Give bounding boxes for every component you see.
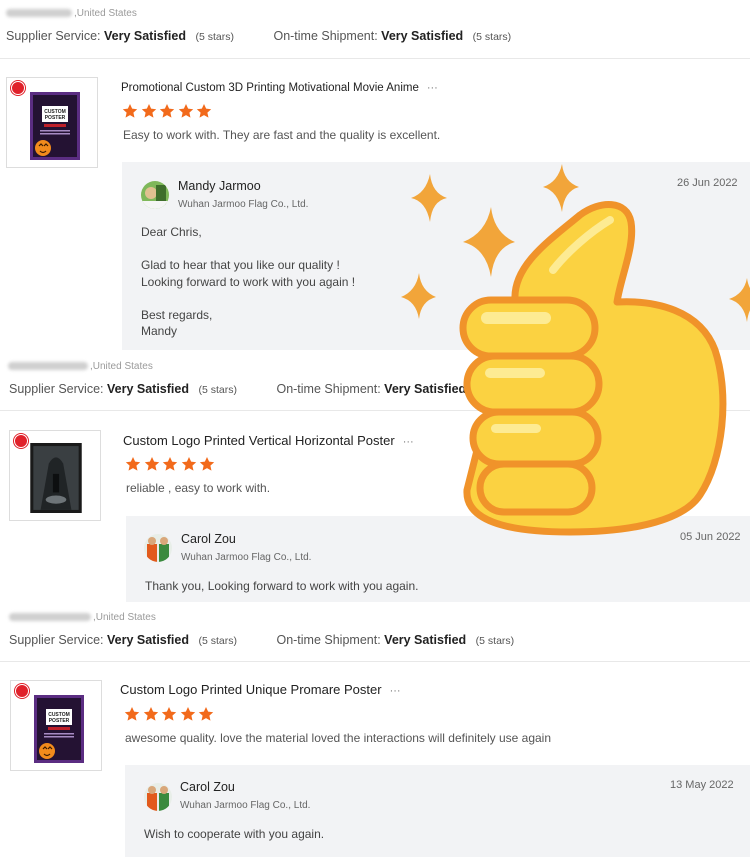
poster-text-line2: POSTER	[49, 718, 70, 724]
reply-text: Wish to cooperate with you again.	[144, 827, 325, 841]
product-title[interactable]: Promotional Custom 3D Printing Motivatio…	[121, 82, 438, 94]
supplier-stars-note: (5 stars)	[195, 31, 234, 43]
star-icon	[196, 104, 212, 118]
brand-logo-icon	[15, 684, 29, 698]
supplier-service-value: Very Satisfied	[106, 633, 189, 647]
star-icon	[124, 707, 140, 721]
brand-logo-icon	[14, 434, 28, 448]
dark-poster-image	[30, 443, 82, 513]
reviewer-info: ,United States	[6, 8, 137, 19]
more-icon[interactable]: ···	[390, 685, 401, 697]
star-icon	[141, 104, 156, 118]
review-comment: reliable , easy to work with.	[126, 481, 271, 495]
star-icon	[178, 104, 193, 118]
reviewer-country: ,United States	[90, 361, 153, 372]
more-icon[interactable]: ···	[427, 82, 438, 94]
star-rating	[125, 456, 218, 477]
product-title[interactable]: Custom Logo Printed Unique Promare Poste…	[120, 682, 401, 697]
avatar	[141, 181, 169, 209]
star-icon	[159, 104, 175, 118]
reviewer-name-blurred	[6, 9, 72, 18]
reply-company: Wuhan Jarmoo Flag Co., Ltd.	[178, 199, 309, 210]
reviewer-info: ,United States	[9, 612, 156, 623]
reply-author-name: Mandy Jarmoo	[178, 179, 261, 193]
avatar	[144, 534, 172, 562]
star-icon	[122, 104, 138, 118]
shipment-stars-note: (5 stars)	[472, 31, 512, 43]
supplier-service-label: Supplier Service:	[6, 29, 101, 43]
star-icon	[161, 707, 177, 721]
supplier-reply: Carol Zou Wuhan Jarmoo Flag Co., Ltd. 13…	[125, 765, 750, 857]
reply-company: Wuhan Jarmoo Flag Co., Ltd.	[181, 552, 312, 563]
reply-author-name: Carol Zou	[180, 780, 235, 794]
reviewer-country: ,United States	[74, 8, 137, 19]
star-icon	[199, 457, 215, 471]
reviewer-name-blurred	[9, 613, 91, 622]
thumbs-up-icon	[459, 201, 727, 536]
reply-author-name: Carol Zou	[181, 532, 236, 546]
review-comment: awesome quality. love the material loved…	[125, 731, 552, 745]
reply-company: Wuhan Jarmoo Flag Co., Ltd.	[180, 800, 311, 811]
star-rating	[122, 103, 215, 124]
brand-logo-icon	[11, 81, 25, 95]
shipment-label: On-time Shipment:	[276, 633, 381, 647]
product-title-text[interactable]: Custom Logo Printed Unique Promare Poste…	[120, 682, 382, 697]
reply-date: 13 May 2022	[670, 779, 734, 791]
star-icon	[198, 707, 214, 721]
product-thumbnail[interactable]	[9, 430, 101, 521]
reviewer-country: ,United States	[93, 612, 156, 623]
star-icon	[143, 707, 158, 721]
review-comment: Easy to work with. They are fast and the…	[123, 128, 441, 142]
product-thumbnail[interactable]: CUSTOM POSTER	[6, 77, 98, 168]
star-icon	[180, 707, 195, 721]
star-icon	[125, 457, 141, 471]
poster-text-line2: POSTER	[45, 115, 66, 121]
supplier-service-label: Supplier Service:	[9, 382, 104, 396]
supplier-service-value: Very Satisfied	[106, 382, 189, 396]
star-rating	[124, 706, 217, 727]
avatar	[144, 783, 172, 811]
halloween-poster-image: CUSTOM POSTER	[34, 695, 84, 763]
star-icon	[144, 457, 159, 471]
rating-summary: Supplier Service: Very Satisfied (5 star…	[9, 633, 514, 647]
reviewer-info: ,United States	[8, 361, 153, 372]
star-icon	[162, 457, 178, 471]
halloween-poster-image: CUSTOM POSTER	[30, 92, 80, 160]
shipment-label: On-time Shipment:	[273, 29, 378, 43]
reviewer-name-blurred	[8, 362, 88, 371]
supplier-stars-note: (5 stars)	[198, 635, 237, 647]
rating-summary: Supplier Service: Very Satisfied (5 star…	[6, 29, 511, 43]
supplier-service-label: Supplier Service:	[9, 633, 104, 647]
product-title[interactable]: Custom Logo Printed Vertical Horizontal …	[123, 433, 414, 448]
divider	[0, 58, 750, 59]
shipment-stars-note: (5 stars)	[475, 635, 515, 647]
product-title-text[interactable]: Custom Logo Printed Vertical Horizontal …	[123, 433, 395, 448]
reply-text: Dear Chris, Glad to hear that you like o…	[141, 225, 356, 338]
shipment-label: On-time Shipment:	[276, 382, 381, 396]
shipment-value: Very Satisfied	[381, 29, 464, 43]
product-title-text[interactable]: Promotional Custom 3D Printing Motivatio…	[121, 82, 419, 94]
star-icon	[181, 457, 196, 471]
product-thumbnail[interactable]: CUSTOM POSTER	[10, 680, 102, 771]
thumbs-up-overlay	[401, 164, 750, 536]
supplier-service-value: Very Satisfied	[103, 29, 186, 43]
supplier-stars-note: (5 stars)	[198, 384, 237, 396]
shipment-value: Very Satisfied	[384, 633, 467, 647]
divider	[0, 661, 750, 662]
reply-text: Thank you, Looking forward to work with …	[145, 579, 419, 593]
